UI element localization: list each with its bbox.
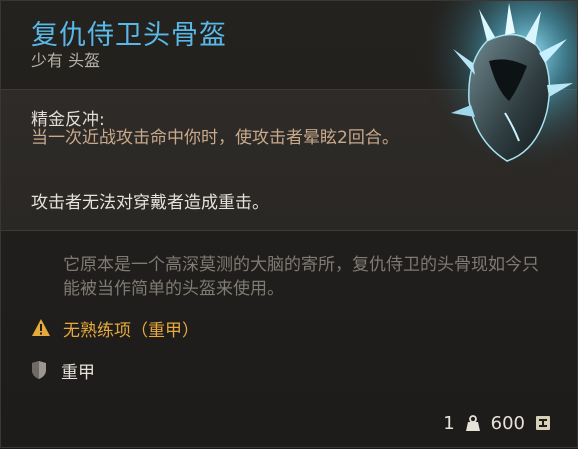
- price-value: 600: [490, 412, 525, 434]
- item-rarity-type: 少有 头盔: [31, 51, 101, 70]
- warning-icon: [32, 319, 50, 336]
- footer-stats: 1 600: [443, 411, 551, 435]
- gold-coin-icon: [536, 416, 550, 430]
- proficiency-text: 无熟练项（重甲）: [63, 320, 199, 341]
- armor-type-text: 重甲: [61, 362, 95, 383]
- weight-icon: [465, 415, 480, 431]
- item-tooltip: 复仇侍卫头骨盔 少有 头盔 精金反冲: 当一次近战攻击命中你时，使攻击者晕眩2回…: [0, 0, 578, 448]
- tooltip-footer: 1 600: [1, 399, 578, 449]
- shield-icon: [32, 361, 46, 379]
- ability-description: 当一次近战攻击命中你时，使攻击者晕眩2回合。: [31, 128, 399, 148]
- proficiency-row: 无熟练项（重甲）: [31, 316, 199, 341]
- helmet-icon: [417, 1, 577, 176]
- weight-value: 1: [443, 412, 455, 434]
- passive-effect: 攻击者无法对穿戴者造成重击。: [31, 193, 269, 213]
- armor-type-row: 重甲: [31, 358, 95, 383]
- flavor-text: 它原本是一个高深莫测的大脑的寄所，复仇侍卫的头骨现如今只能被当作简单的头盔来使用…: [63, 255, 539, 299]
